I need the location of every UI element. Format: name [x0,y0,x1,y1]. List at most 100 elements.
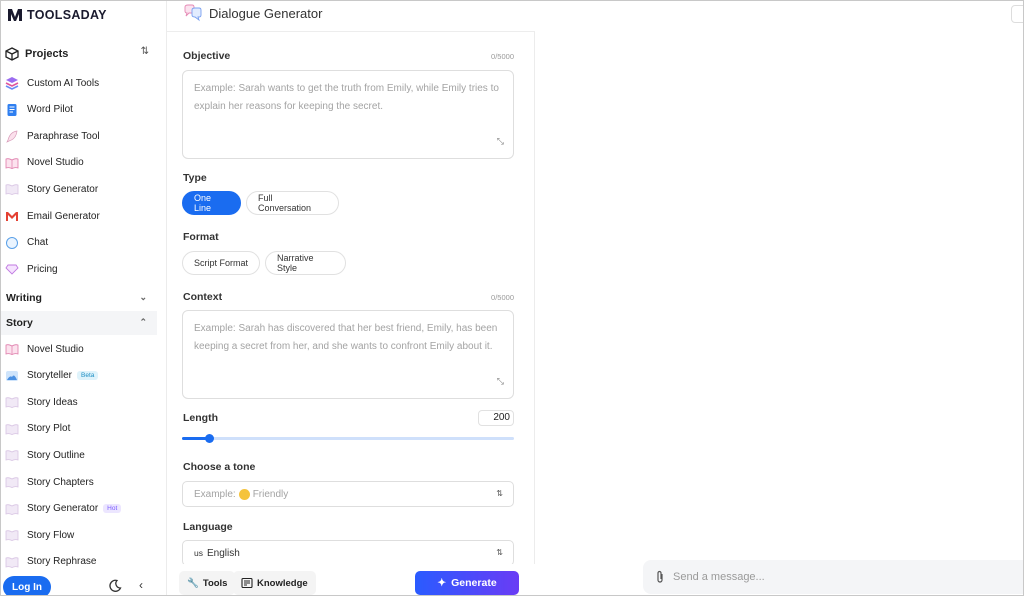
updown-chevron-icon: ⇅ [496,489,503,498]
sidebar-item-story-generator[interactable]: Story Generator [5,178,157,200]
dialogue-icon [184,4,202,22]
sidebar-section-label: Writing [6,292,42,304]
cube-icon [5,47,19,61]
sidebar-item-label: Email Generator [27,210,100,222]
sidebar-item-email-generator[interactable]: Email Generator [5,205,157,227]
tone-select[interactable]: Example: Friendly ⇅ [182,481,514,507]
knowledge-icon [241,577,253,589]
moon-icon[interactable] [108,579,122,593]
tone-placeholder-value: Friendly [252,488,289,500]
language-select[interactable]: us English ⇅ [182,540,514,566]
sidebar-item-chat[interactable]: Chat [5,232,157,254]
sidebar-item-pricing[interactable]: Pricing [5,258,157,280]
objective-counter: 0/5000 [491,52,514,61]
sidebar: TOOLSADAY Projects ⇅ Custom AI Tools Word… [1,1,167,595]
open-book-icon [5,158,19,169]
sidebar-story-item-story-outline[interactable]: Story Outline [5,444,157,466]
paperclip-icon[interactable] [655,570,665,584]
type-option-full-conversation[interactable]: Full Conversation [246,191,339,215]
book-icon [5,424,19,435]
length-slider-thumb[interactable] [204,434,214,443]
form-action-bar: 🔧 Tools Knowledge ✦ Generate [167,564,535,595]
objective-input[interactable]: Example: Sarah wants to get the truth fr… [182,70,514,159]
sidebar-story-item-story-flow[interactable]: Story Flow [5,524,157,546]
knowledge-button-label: Knowledge [257,577,308,589]
layers-icon [5,77,19,90]
projects-label: Projects [25,48,69,60]
language-value: English [206,547,240,559]
sidebar-item-word-pilot[interactable]: Word Pilot [5,99,157,121]
sidebar-item-label: Novel Studio [27,343,84,355]
sidebar-item-label: Chat [27,237,49,249]
brand-logo[interactable]: TOOLSADAY [7,6,107,24]
sidebar-item-novel-studio[interactable]: Novel Studio [5,152,157,174]
feather-icon [6,130,18,143]
header-action-button[interactable] [1011,5,1023,23]
format-label: Format [183,231,219,243]
sidebar-story-item-story-ideas[interactable]: Story Ideas [5,391,157,413]
hot-badge: Hot [103,504,122,514]
resize-handle-icon[interactable]: ⤡ [497,132,504,150]
login-button[interactable]: Log In [3,576,51,595]
chat-input[interactable]: Send a message... [643,560,1023,594]
sidebar-item-label: Novel Studio [27,157,84,169]
type-option-one-line[interactable]: One Line [182,191,241,215]
length-value-input[interactable]: 200 [478,410,514,426]
context-input[interactable]: Example: Sarah has discovered that her b… [182,310,514,399]
sidebar-item-paraphrase-tool[interactable]: Paraphrase Tool [5,125,157,147]
context-placeholder: Example: Sarah has discovered that her b… [194,323,498,352]
sidebar-item-label: Story Flow [27,529,75,541]
page-title: Dialogue Generator [183,3,322,23]
chat-placeholder: Send a message... [673,571,765,583]
generate-button[interactable]: ✦ Generate [415,571,519,595]
sidebar-story-item-story-chapters[interactable]: Story Chapters [5,471,157,493]
sidebar-story-item-storyteller[interactable]: Storyteller Beta [5,365,157,387]
format-option-script[interactable]: Script Format [182,251,260,275]
objective-placeholder: Example: Sarah wants to get the truth fr… [194,83,499,112]
type-label: Type [183,172,207,184]
chevron-up-icon: ⌃ [139,317,147,327]
sidebar-section-story[interactable]: Story ⌃ [1,311,157,335]
language-flag-code: us [194,548,203,558]
sidebar-item-label: Story Rephrase [27,556,97,568]
sidebar-section-label: Story [6,317,33,329]
book-icon [5,557,19,568]
length-label: Length [183,412,218,424]
sidebar-story-item-story-generator[interactable]: Story Generator Hot [5,498,157,520]
updown-chevron-icon: ⇅ [496,548,503,557]
projects-switcher[interactable]: Projects ⇅ [5,43,155,65]
chat-bubble-icon [6,236,18,249]
chevron-down-icon: ⌄ [139,292,147,302]
book-icon [5,530,19,542]
tools-button[interactable]: 🔧 Tools [179,571,236,595]
book-icon [5,477,19,488]
tone-label: Choose a tone [183,461,256,473]
sidebar-story-item-story-rephrase[interactable]: Story Rephrase [5,551,157,573]
sidebar-item-label: Story Chapters [27,476,94,488]
sidebar-story-item-story-plot[interactable]: Story Plot [5,418,157,440]
sidebar-item-label: Paraphrase Tool [27,130,100,142]
document-icon [7,103,17,116]
book-icon [5,503,19,515]
book-icon [5,450,19,462]
app-window: TOOLSADAY Projects ⇅ Custom AI Tools Word… [0,0,1024,596]
sidebar-item-label: Story Outline [27,449,85,461]
open-book-icon [5,344,19,355]
sidebar-section-writing[interactable]: Writing ⌄ [1,286,157,310]
objective-label: Objective [183,50,231,62]
sidebar-item-custom-ai-tools[interactable]: Custom AI Tools [5,72,157,94]
resize-handle-icon[interactable]: ⤡ [497,372,504,390]
knowledge-button[interactable]: Knowledge [233,571,316,595]
format-option-narrative[interactable]: Narrative Style [265,251,346,275]
smiley-emoji-icon [238,488,250,500]
sidebar-story-item-novel-studio[interactable]: Novel Studio [5,338,157,360]
sidebar-item-label: Custom AI Tools [27,77,100,89]
diamond-icon [5,264,19,275]
toolsaday-logo-icon [8,9,22,21]
sidebar-item-label: Story Ideas [27,396,78,408]
length-slider[interactable] [182,434,514,443]
storyteller-icon [6,370,18,381]
collapse-sidebar-icon[interactable]: ‹ [139,578,143,592]
sidebar-item-label: Story Plot [27,423,71,435]
gmail-icon [6,212,18,221]
